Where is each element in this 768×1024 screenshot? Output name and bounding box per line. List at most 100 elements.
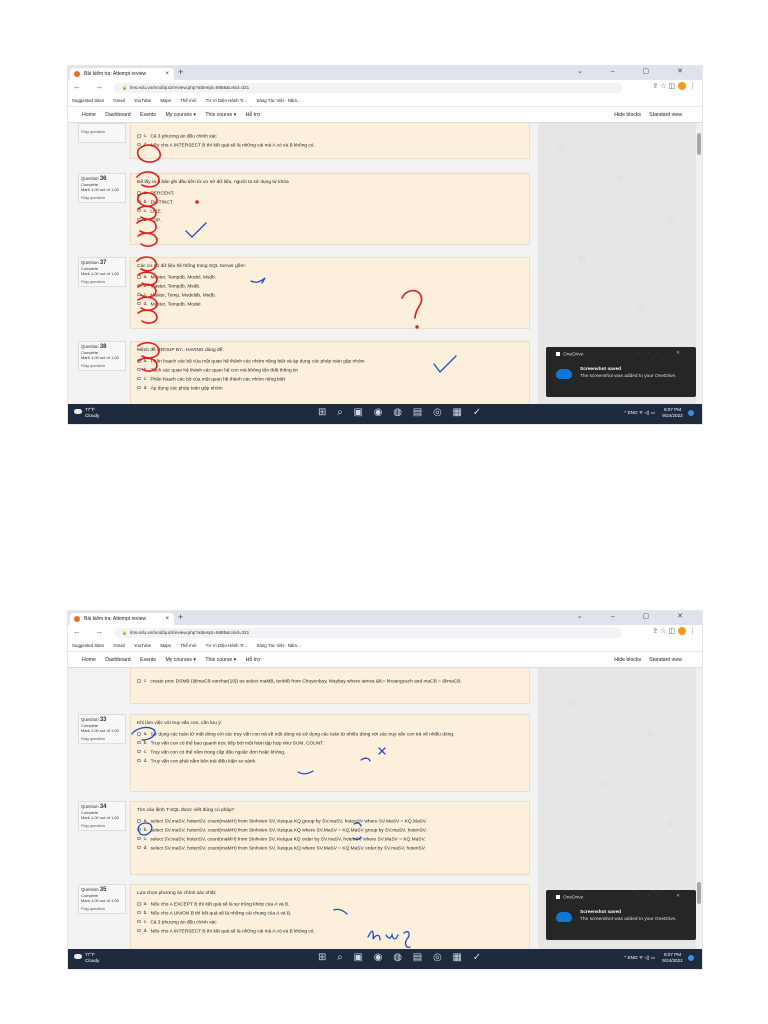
radio-button[interactable]	[137, 679, 141, 683]
answer-option[interactable]: a. Sử dụng các toán tử một dòng với các t…	[137, 732, 523, 738]
nav-dashboard[interactable]: Dashboard	[105, 112, 130, 118]
tab-close-icon[interactable]: ×	[165, 613, 169, 625]
radio-button[interactable]	[137, 919, 141, 924]
weather-widget[interactable]: 77°F Cloudy	[74, 407, 99, 419]
url-field[interactable]: 🔒 lms.edu.vn/mod/quiz/review.php?attempt=…	[114, 83, 622, 93]
taskbar-app-icons[interactable]: ⊞ ⌕ ▣ ◉ ◍ ▤ ◎ ▦ ✓	[318, 952, 485, 963]
browser-action-icons[interactable]: ⇪ ☆ ◫ ⋮	[652, 82, 696, 91]
menu-icon[interactable]: ⋮	[689, 83, 696, 90]
answer-option[interactable]: a. Master, Tempdb, Model, Msdb.	[137, 275, 523, 281]
nav-events[interactable]: Events	[140, 112, 156, 118]
menu-icon[interactable]: ⋮	[689, 628, 696, 635]
radio-button[interactable]	[137, 836, 141, 841]
answer-option[interactable]: a. Phân hoạch các bộ của một quan hệ thàn…	[137, 359, 523, 365]
bookmark-item[interactable]: Gmail	[113, 98, 124, 103]
radio-button[interactable]	[137, 819, 141, 823]
radio-button[interactable]	[137, 749, 141, 754]
notification-close-icon[interactable]: ··· ✕	[638, 351, 688, 356]
standard-view-button[interactable]: Standard view	[649, 657, 682, 663]
answer-option[interactable]: b. select SV.maSV, hotenSV, count(maMH) f…	[137, 827, 523, 834]
answer-option[interactable]: c. LIKE.	[137, 208, 523, 215]
tray-icons[interactable]: ^ ENG ᯤ ◁) ▭	[624, 410, 655, 416]
nav-dashboard[interactable]: Dashboard	[105, 657, 130, 663]
bookmark-item[interactable]: Maps	[160, 98, 171, 103]
answer-option[interactable]: c. Truy vấn con có thể nằm trong cặp dấu …	[137, 749, 523, 756]
radio-button[interactable]	[137, 134, 141, 138]
answer-option[interactable]: a. Nếu cho A EXCEPT B thì kết quả sẽ là s…	[137, 902, 523, 908]
radio-button[interactable]	[137, 928, 141, 933]
profile-avatar[interactable]	[678, 627, 686, 636]
radio-button[interactable]	[137, 758, 141, 763]
radio-button[interactable]	[137, 845, 141, 850]
clock[interactable]: 6:07 PM 9/24/2022	[662, 407, 682, 419]
bookmark-item[interactable]: Tư Vì Diện Hành Tr...	[206, 98, 248, 103]
answer-option[interactable]: d. Master, Tempdb, Model.	[137, 301, 523, 308]
hide-blocks-button[interactable]: Hide blocks	[614, 112, 641, 118]
answer-option[interactable]: d. Truy vấn con phải nằm bên trái điều ki…	[137, 758, 523, 765]
taskbar-app-icons[interactable]: ⊞ ⌕ ▣ ◉ ◍ ▤ ◎ ▦ ✓	[318, 407, 485, 418]
answer-option[interactable]: a. select SV.maSV, hotenSV, count(maMH) f…	[137, 819, 523, 825]
profile-avatar[interactable]	[678, 82, 686, 91]
nav-support[interactable]: Hỗ trợ	[246, 112, 261, 118]
bookmark-item[interactable]: Thế mới	[180, 98, 196, 103]
answer-option[interactable]: d. Nếu cho A INTERSECT B thì kết quả sẽ l…	[137, 928, 523, 935]
nav-support[interactable]: Hỗ trợ	[246, 657, 261, 663]
radio-button[interactable]	[137, 827, 141, 832]
radio-button[interactable]	[137, 292, 141, 297]
radio-button[interactable]	[137, 199, 141, 204]
answer-option[interactable]: c. select SV.maSV, hotenSV, count(maMH) f…	[137, 836, 523, 843]
radio-button[interactable]	[137, 283, 141, 288]
radio-button[interactable]	[137, 359, 141, 363]
page-scrollbar[interactable]	[696, 123, 702, 404]
nav-my-courses[interactable]: My courses ▾	[165, 657, 196, 663]
answer-option[interactable]: c. Cả 3 phương án đều chính xác	[137, 919, 523, 926]
bookmark-item[interactable]: YouTube	[134, 643, 151, 648]
answer-option[interactable]: d. TOP.	[137, 217, 523, 224]
radio-button[interactable]	[137, 191, 141, 195]
notification-center-icon[interactable]	[688, 955, 694, 961]
flag-question-link[interactable]: Flag question	[81, 363, 123, 368]
radio-button[interactable]	[137, 902, 141, 906]
answer-option[interactable]: c. Phân hoạch các bộ của một quan hệ thàn…	[137, 376, 523, 383]
nav-home[interactable]: Home	[82, 657, 96, 663]
browser-tab[interactable]: Bài kiểm tra: Attempt review ×	[70, 68, 174, 80]
bookmark-item[interactable]: Maps	[160, 643, 171, 648]
answer-option[interactable]: b. Master, Tempdb, Msdb.	[137, 283, 523, 290]
flag-question-link[interactable]: Flag question	[81, 129, 123, 134]
nav-home[interactable]: Home	[82, 112, 96, 118]
standard-view-button[interactable]: Standard view	[649, 112, 682, 118]
bookmark-item[interactable]: Sáng Tác Việt - Năm...	[256, 643, 300, 648]
answer-option[interactable]: d. select SV.maSV, hotenSV, count(maMH) f…	[137, 845, 523, 852]
window-controls[interactable]: ⌄ – ▢ ✕	[577, 67, 696, 75]
scrollbar-thumb[interactable]	[697, 882, 701, 904]
onedrive-notification[interactable]: OneDrive ··· ✕ Screenshot saved The scre…	[546, 347, 696, 397]
radio-button[interactable]	[137, 275, 141, 279]
radio-button[interactable]	[137, 732, 141, 736]
bookmark-item[interactable]: Suggested Sites	[72, 643, 104, 648]
answer-option[interactable]: d. Nếu cho A INTERSECT B thì kết quả sẽ l…	[137, 142, 523, 149]
notification-close-icon[interactable]: ··· ✕	[638, 894, 688, 899]
answer-option[interactable]: c. Master, Temp, Modeldb, Msdb.	[137, 292, 523, 299]
scrollbar-thumb[interactable]	[697, 133, 701, 155]
radio-button[interactable]	[137, 385, 141, 390]
answer-option[interactable]: c. create proc DSMB (@maCB varchar(10)) a…	[137, 679, 523, 685]
browser-tab[interactable]: Bài kiểm tra: Attempt review ×	[70, 613, 174, 625]
bookmark-item[interactable]: Sáng Tác Việt - Năm...	[256, 98, 300, 103]
flag-question-link[interactable]: Flag question	[81, 906, 123, 911]
new-tab-icon[interactable]: +	[178, 612, 183, 622]
radio-button[interactable]	[137, 142, 141, 147]
bookmark-item[interactable]: Gmail	[113, 643, 124, 648]
bookmark-item[interactable]: Suggested Sites	[72, 98, 104, 103]
share-star-extensions-icon[interactable]: ⇪ ☆ ◫	[652, 83, 675, 90]
bookmark-item[interactable]: YouTube	[134, 98, 151, 103]
nav-this-course[interactable]: This course ▾	[205, 112, 236, 118]
tab-close-icon[interactable]: ×	[165, 68, 169, 80]
flag-question-link[interactable]: Flag question	[81, 823, 123, 828]
bookmark-item[interactable]: Tư Vì Diện Hành Tr...	[206, 643, 248, 648]
window-controls[interactable]: ⌄ – ▢ ✕	[577, 612, 696, 620]
bookmark-item[interactable]: Thế mới	[180, 643, 196, 648]
answer-option[interactable]: a. PERCENT.	[137, 191, 523, 197]
answer-option[interactable]: b. Nếu cho A UNION B thì kết quả sẽ là nh…	[137, 910, 523, 917]
clock[interactable]: 6:07 PM 9/24/2022	[662, 952, 682, 964]
nav-my-courses[interactable]: My courses ▾	[165, 112, 196, 118]
